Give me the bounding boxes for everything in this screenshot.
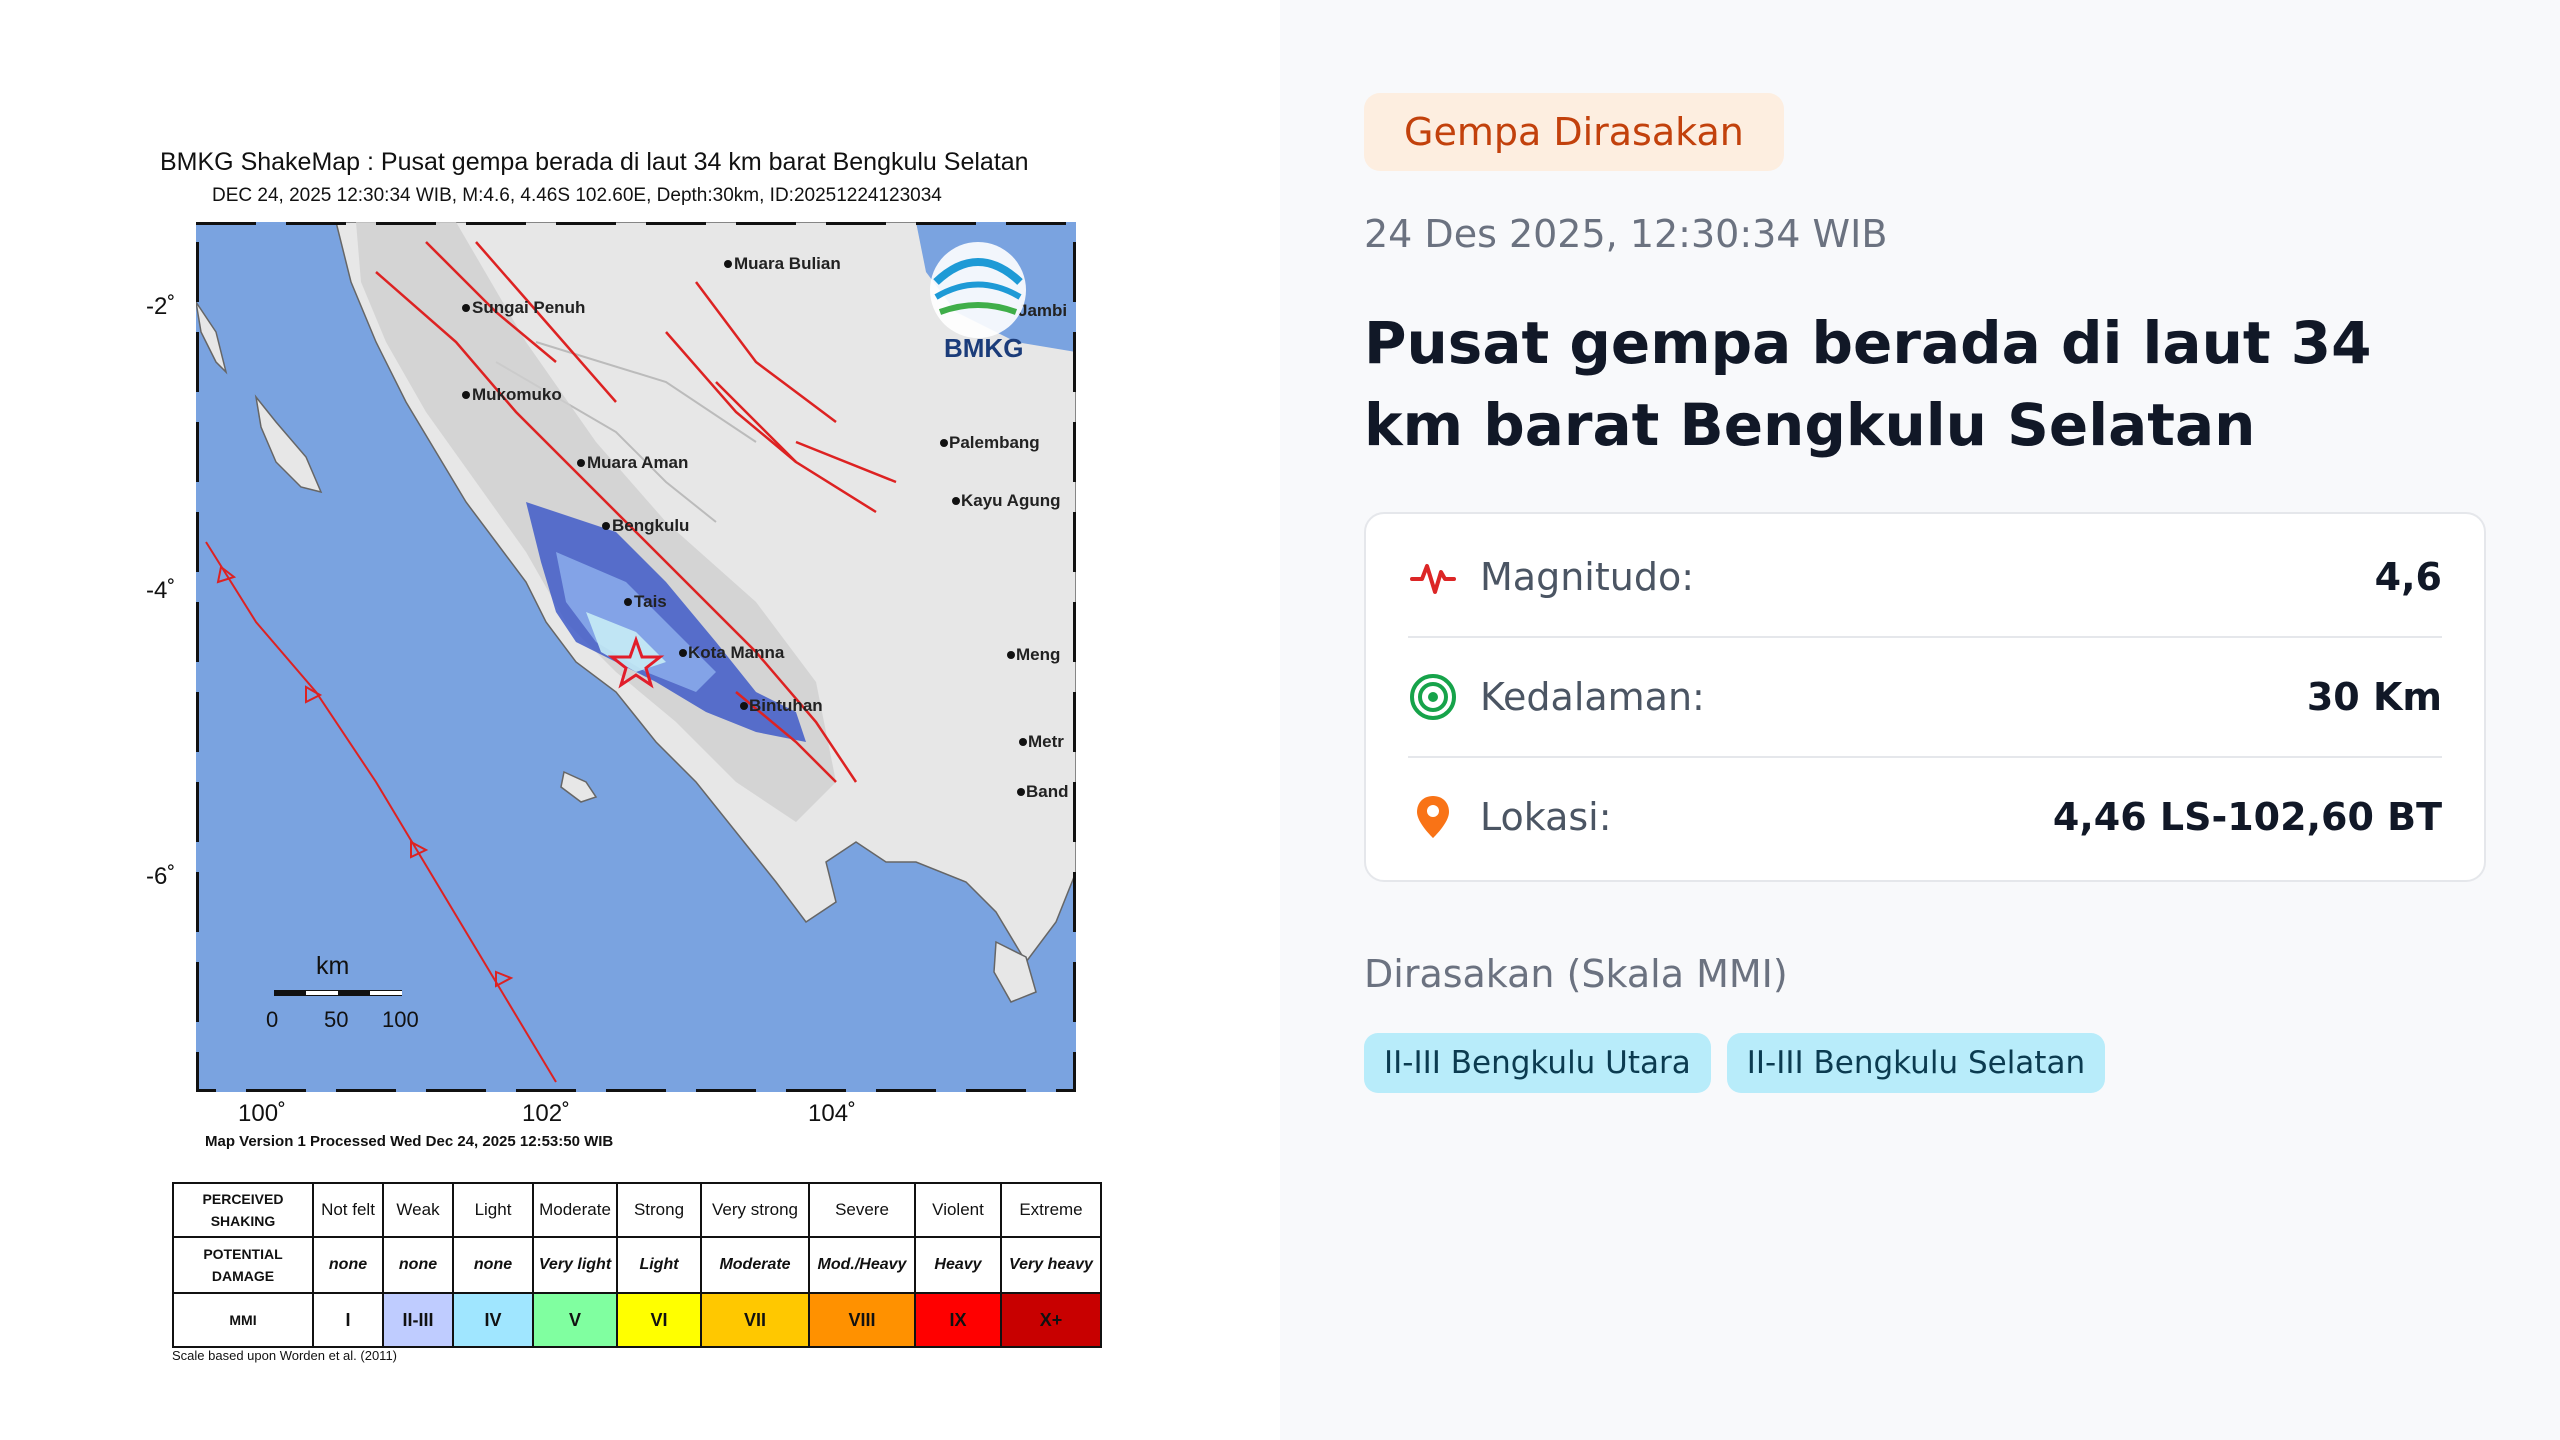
legend-mmi: VII — [700, 1292, 810, 1348]
legend-mmi: IV — [452, 1292, 534, 1348]
map-pin-icon — [1408, 792, 1458, 842]
pulse-icon — [1408, 552, 1458, 602]
city-kota-manna: Kota Manna — [688, 643, 785, 662]
legend-damage: Light — [616, 1236, 702, 1294]
legend-perceived: Very strong — [700, 1182, 810, 1238]
svg-text:BMKG: BMKG — [944, 333, 1023, 363]
city-palembang: Palembang — [949, 433, 1040, 452]
lat-label: -4˚ — [146, 577, 176, 604]
legend-mmi: VI — [616, 1292, 702, 1348]
city-jambi: Jambi — [1018, 301, 1067, 320]
svg-text:50: 50 — [324, 1007, 348, 1032]
city-bintuhan: Bintuhan — [749, 696, 823, 715]
magnitude-row: Magnitudo: 4,6 — [1408, 518, 2442, 636]
legend-mmi: IX — [914, 1292, 1002, 1348]
target-icon — [1408, 672, 1458, 722]
legend-damage: Very light — [532, 1236, 618, 1294]
lon-label: 100˚ — [238, 1100, 287, 1127]
legend-perceived: Severe — [808, 1182, 916, 1238]
felt-badge: Gempa Dirasakan — [1364, 93, 1784, 171]
legend-damage: Very heavy — [1000, 1236, 1102, 1294]
lat-label: -6˚ — [146, 863, 176, 890]
legend-row-mmi: MMI — [172, 1292, 314, 1348]
legend-mmi: V — [532, 1292, 618, 1348]
legend-perceived: Not felt — [312, 1182, 384, 1238]
depth-value: 30 Km — [2306, 675, 2442, 719]
legend-row-damage: POTENTIAL DAMAGE — [172, 1236, 314, 1294]
event-datetime: 24 Des 2025, 12:30:34 WIB — [1364, 212, 1888, 256]
legend-damage: none — [452, 1236, 534, 1294]
svg-text:100: 100 — [382, 1007, 419, 1032]
city-bengkulu: Bengkulu — [612, 516, 689, 535]
legend-perceived: Strong — [616, 1182, 702, 1238]
city-sungai-penuh: Sungai Penuh — [472, 298, 585, 317]
magnitude-value: 4,6 — [2374, 555, 2442, 599]
bmkg-logo: BMKG — [930, 242, 1026, 363]
map-version: Map Version 1 Processed Wed Dec 24, 2025… — [205, 1133, 614, 1150]
legend-perceived: Weak — [382, 1182, 454, 1238]
city-meng: Meng — [1016, 645, 1060, 664]
location-value: 4,46 LS-102,60 BT — [2052, 795, 2442, 839]
legend-mmi: I — [312, 1292, 384, 1348]
details-card: Magnitudo: 4,6 Kedalaman: 30 Km Lokasi: … — [1364, 512, 2486, 882]
lon-label: 104˚ — [808, 1100, 857, 1127]
legend-mmi: X+ — [1000, 1292, 1102, 1348]
legend-perceived: Moderate — [532, 1182, 618, 1238]
city-muara-aman: Muara Aman — [587, 453, 688, 472]
legend-perceived: Light — [452, 1182, 534, 1238]
felt-title: Dirasakan (Skala MMI) — [1364, 952, 1788, 996]
location-label: Lokasi: — [1480, 795, 1612, 839]
city-metr: Metr — [1028, 732, 1064, 751]
location-row: Lokasi: 4,46 LS-102,60 BT — [1408, 758, 2442, 876]
shakemap-subtitle: DEC 24, 2025 12:30:34 WIB, M:4.6, 4.46S … — [212, 185, 942, 206]
felt-chips: II-III Bengkulu Utara II-III Bengkulu Se… — [1364, 1033, 2106, 1093]
legend-damage: Heavy — [914, 1236, 1002, 1294]
legend-damage: none — [382, 1236, 454, 1294]
mmi-legend-table: PERCEIVED SHAKING Not felt Weak Light Mo… — [172, 1182, 1102, 1348]
legend-damage: Moderate — [700, 1236, 810, 1294]
legend-damage: Mod./Heavy — [808, 1236, 916, 1294]
svg-text:0: 0 — [266, 1007, 278, 1032]
city-tais: Tais — [634, 592, 667, 611]
legend-damage: none — [312, 1236, 384, 1294]
legend-mmi: II-III — [382, 1292, 454, 1348]
svg-text:km: km — [316, 952, 349, 980]
legend-mmi: VIII — [808, 1292, 916, 1348]
city-band: Band — [1026, 782, 1069, 801]
depth-label: Kedalaman: — [1480, 675, 1705, 719]
city-kayu-agung: Kayu Agung — [961, 491, 1060, 510]
legend-row-perceived: PERCEIVED SHAKING — [172, 1182, 314, 1238]
scale-note: Scale based upon Worden et al. (2011) — [172, 1348, 397, 1363]
shakemap-map[interactable]: Muara Bulian Sungai Penuh Mukomuko Palem… — [196, 222, 1076, 1092]
felt-chip[interactable]: II-III Bengkulu Selatan — [1726, 1033, 2106, 1093]
city-mukomuko: Mukomuko — [472, 385, 562, 404]
legend-perceived: Extreme — [1000, 1182, 1102, 1238]
lat-label: -2˚ — [146, 293, 176, 320]
legend-perceived: Violent — [914, 1182, 1002, 1238]
felt-chip[interactable]: II-III Bengkulu Utara — [1364, 1033, 1711, 1093]
lon-label: 102˚ — [522, 1100, 571, 1127]
event-headline: Pusat gempa berada di laut 34 km barat B… — [1364, 309, 2372, 459]
shakemap-title: BMKG ShakeMap : Pusat gempa berada di la… — [160, 148, 1029, 176]
depth-row: Kedalaman: 30 Km — [1408, 638, 2442, 756]
magnitude-label: Magnitudo: — [1480, 555, 1694, 599]
city-muara-bulian: Muara Bulian — [734, 254, 841, 273]
